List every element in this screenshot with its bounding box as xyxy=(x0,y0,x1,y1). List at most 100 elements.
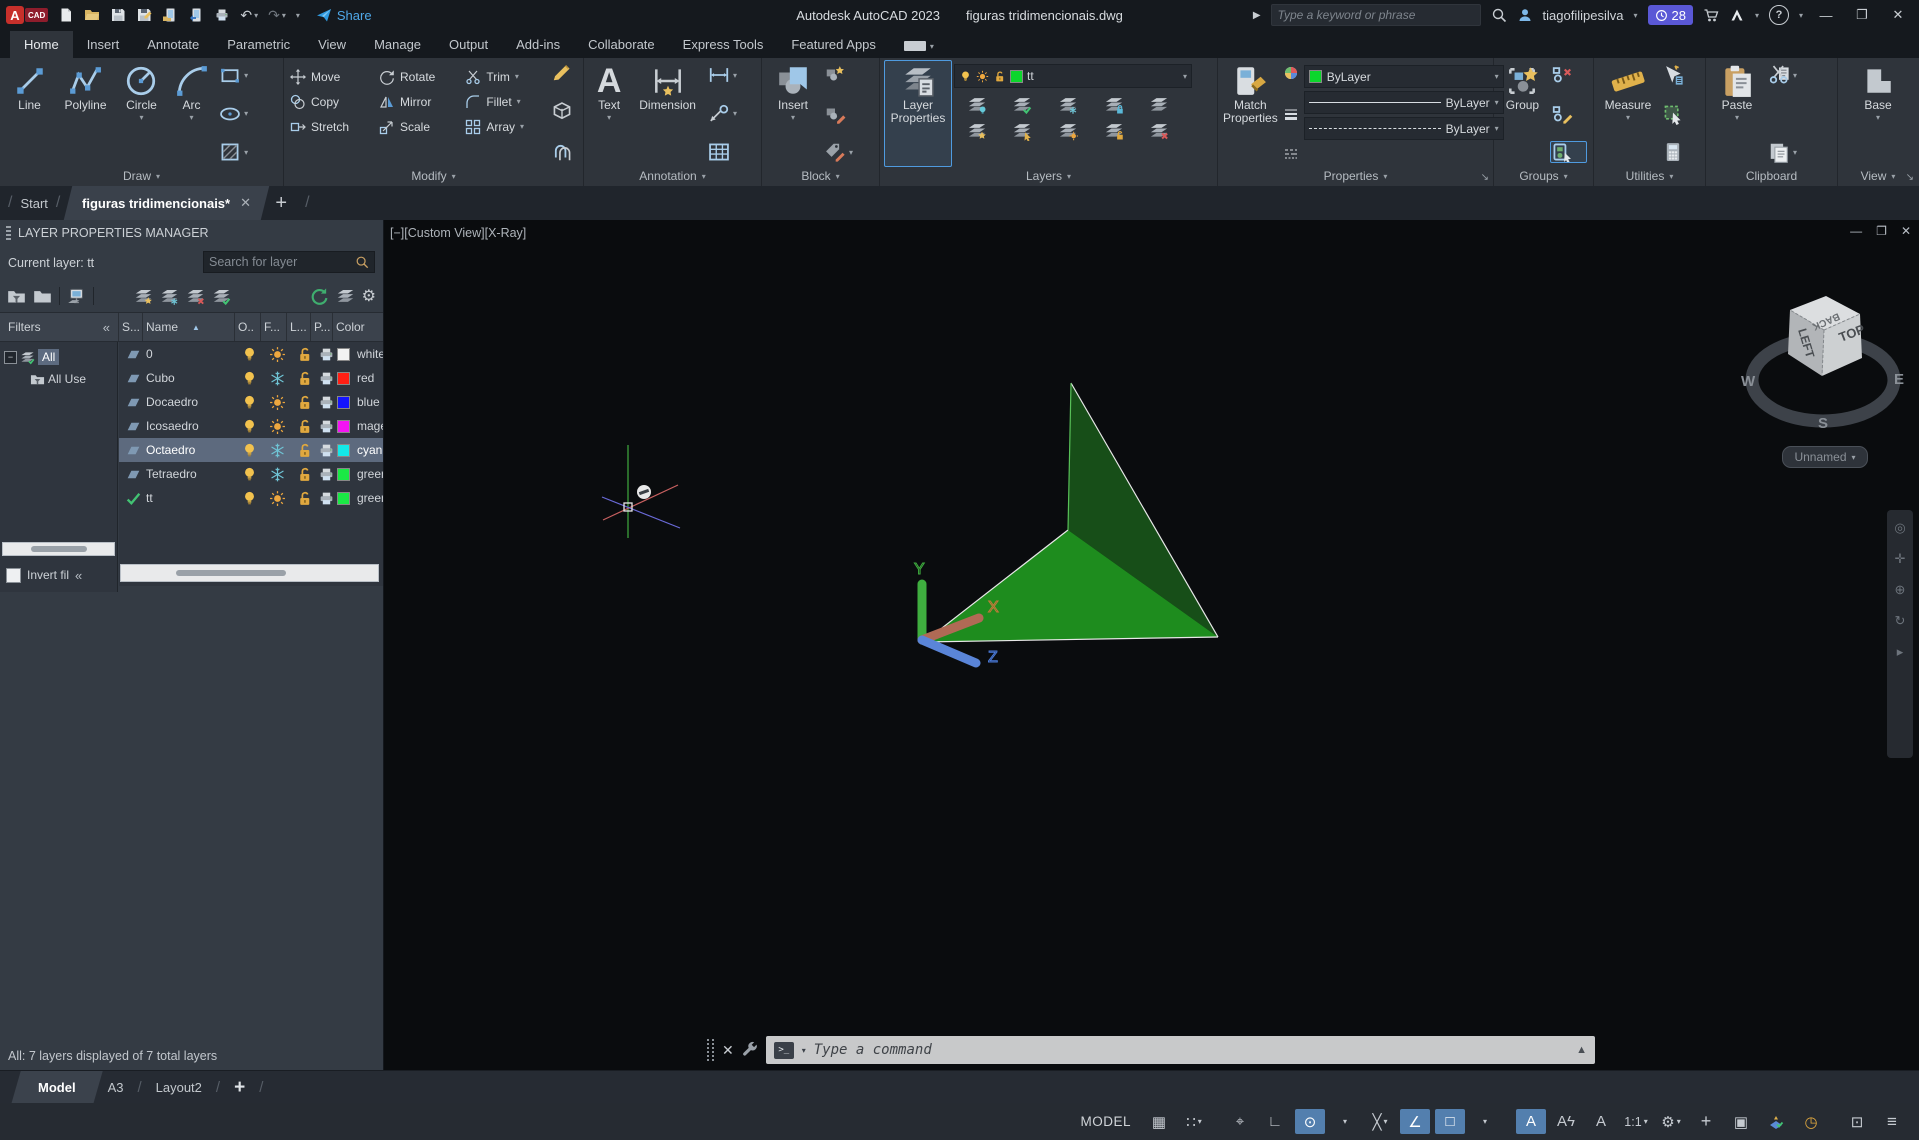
freeze-icon[interactable] xyxy=(269,490,286,507)
column-freeze[interactable]: F... xyxy=(260,313,286,341)
quick-select-button[interactable] xyxy=(1662,65,1698,85)
color-swatch[interactable] xyxy=(337,395,350,409)
dynamic-input-toggle[interactable]: ⌖ xyxy=(1225,1109,1255,1134)
circle-button[interactable]: Circle ▾ xyxy=(117,61,166,166)
layer-unisolate-tool-icon[interactable] xyxy=(967,121,987,141)
freeze-icon[interactable] xyxy=(269,418,286,435)
color-wheel-icon[interactable] xyxy=(1283,65,1299,81)
on-icon[interactable] xyxy=(241,346,258,363)
ribbon-tab-addins[interactable]: Add-ins xyxy=(502,31,574,58)
close-button[interactable]: ✕ xyxy=(1885,7,1911,23)
save-as-icon[interactable] xyxy=(136,7,152,23)
scale-button[interactable]: Scale xyxy=(379,119,453,135)
define-attributes-button[interactable]: ▾ xyxy=(824,142,868,162)
minimize-button[interactable]: — xyxy=(1813,8,1839,23)
lock-icon[interactable] xyxy=(296,394,313,411)
freeze-icon[interactable] xyxy=(269,394,286,411)
ribbon-tab-express-tools[interactable]: Express Tools xyxy=(669,31,778,58)
freeze-icon[interactable] xyxy=(269,370,286,387)
layer-freeze-tool-icon[interactable] xyxy=(1058,95,1078,115)
offset-button[interactable] xyxy=(551,142,581,162)
layer-dropdown[interactable]: tt ▾ xyxy=(954,64,1192,88)
new-layout-button[interactable]: + xyxy=(224,1077,255,1099)
on-icon[interactable] xyxy=(241,394,258,411)
panel-title-groups[interactable]: Groups ▾ xyxy=(1494,166,1593,186)
settings-gear-icon[interactable]: ⚙ xyxy=(362,286,376,306)
zoom-icon[interactable]: ⊕ xyxy=(1895,582,1906,598)
view-cube[interactable]: TOP LEFT BACK W E S xyxy=(1738,280,1908,470)
graphics-performance-button[interactable] xyxy=(1761,1109,1791,1134)
layer-make-current-tool-icon[interactable] xyxy=(1149,95,1169,115)
color-swatch[interactable] xyxy=(337,443,350,457)
lock-icon[interactable] xyxy=(296,346,313,363)
command-prompt-icon[interactable]: >_ xyxy=(773,1041,794,1059)
filters-hscrollbar[interactable] xyxy=(2,542,115,556)
copy-clip-button[interactable]: ▾ xyxy=(1768,142,1816,163)
object-snap-menu[interactable]: ▾ xyxy=(1470,1109,1500,1134)
stretch-button[interactable]: Stretch xyxy=(290,119,367,135)
search-input[interactable]: Type a keyword or phrase xyxy=(1270,4,1481,26)
move-button[interactable]: Move xyxy=(290,68,367,85)
command-customize-wrench-icon[interactable] xyxy=(741,1041,759,1059)
panel-title-clipboard[interactable]: Clipboard xyxy=(1706,166,1837,186)
invert-collapse-icon[interactable]: « xyxy=(75,568,82,583)
object-snap-toggle[interactable]: □ xyxy=(1435,1109,1465,1134)
app-logo-icon[interactable]: A CAD xyxy=(6,6,49,24)
lock-icon[interactable] xyxy=(296,466,313,483)
clean-screen-button[interactable]: ⊡ xyxy=(1842,1109,1872,1134)
store-cart-icon[interactable] xyxy=(1703,7,1719,23)
tab-model[interactable]: Model xyxy=(11,1071,103,1104)
tree-collapse-icon[interactable]: − xyxy=(4,350,17,364)
select-similar-button[interactable] xyxy=(1662,104,1698,125)
polyline-button[interactable]: Polyline xyxy=(57,61,114,166)
command-recent-icon[interactable]: ▾ xyxy=(802,1046,806,1055)
autodesk-menu-icon[interactable]: ▾ xyxy=(1755,11,1759,20)
statusbar-menu-button[interactable]: ≡ xyxy=(1877,1109,1907,1134)
ortho-toggle[interactable]: ∟ xyxy=(1260,1109,1290,1134)
cut-button[interactable]: ▾ xyxy=(1768,65,1816,85)
isolate-objects-button[interactable]: ▣ xyxy=(1726,1109,1756,1134)
command-history-icon[interactable]: ▲ xyxy=(1576,1044,1587,1056)
open-from-web-icon[interactable] xyxy=(162,7,178,23)
annotation-autoscale-toggle[interactable]: Aϟ xyxy=(1551,1109,1581,1134)
paste-button[interactable]: Paste ▾ xyxy=(1711,61,1763,166)
layer-match-tool-icon[interactable] xyxy=(1012,121,1032,141)
redo-button[interactable]: ↷ ▾ xyxy=(268,7,286,24)
layer-row-2[interactable]: Docaedro blue xyxy=(119,390,383,414)
on-icon[interactable] xyxy=(241,490,258,507)
grid-toggle[interactable]: ▦ xyxy=(1144,1109,1174,1134)
on-icon[interactable] xyxy=(241,418,258,435)
color-swatch[interactable] xyxy=(337,371,350,385)
layer-row-0[interactable]: 0 white xyxy=(119,342,383,366)
lock-icon[interactable] xyxy=(296,490,313,507)
mirror-button[interactable]: Mirror xyxy=(379,94,453,110)
ribbon-tab-manage[interactable]: Manage xyxy=(360,31,435,58)
filters-collapse-icon[interactable]: « xyxy=(103,320,110,335)
freeze-icon[interactable] xyxy=(269,442,286,459)
user-menu-icon[interactable]: ▾ xyxy=(1633,11,1637,20)
panel-title-draw[interactable]: Draw ▾ xyxy=(0,166,283,186)
file-tab-close-icon[interactable]: ✕ xyxy=(240,195,251,211)
palette-title-bar[interactable]: LAYER PROPERTIES MANAGER xyxy=(0,220,383,246)
pan-icon[interactable]: ✛ xyxy=(1895,551,1906,567)
tab-layout2[interactable]: Layout2 xyxy=(146,1080,212,1095)
plot-icon[interactable] xyxy=(214,7,230,23)
array-button[interactable]: Array ▾ xyxy=(465,119,542,135)
refresh-icon[interactable] xyxy=(310,287,329,306)
new-file-icon[interactable] xyxy=(58,7,74,23)
layer-row-6-current[interactable]: tt green xyxy=(119,486,383,510)
plot-icon[interactable] xyxy=(318,370,335,387)
hatch-button[interactable]: ▾ xyxy=(219,142,276,162)
command-input[interactable]: >_ ▾ Type a command ▲ xyxy=(765,1036,1595,1064)
match-properties-button[interactable]: Match Properties xyxy=(1223,61,1278,166)
lock-icon[interactable] xyxy=(296,370,313,387)
layer-states-manager-icon[interactable] xyxy=(67,287,86,306)
ribbon-tab-view[interactable]: View xyxy=(304,31,360,58)
ungroup-button[interactable] xyxy=(1551,65,1586,85)
help-icon[interactable]: ? xyxy=(1768,5,1789,25)
new-property-filter-icon[interactable] xyxy=(7,287,26,306)
new-layer-vp-frozen-icon[interactable] xyxy=(160,287,179,306)
layer-dropdown-arrow[interactable]: ▾ xyxy=(1183,72,1187,81)
polar-tracking-menu[interactable]: ▾ xyxy=(1330,1109,1360,1134)
command-dock-grip[interactable] xyxy=(707,1039,715,1061)
